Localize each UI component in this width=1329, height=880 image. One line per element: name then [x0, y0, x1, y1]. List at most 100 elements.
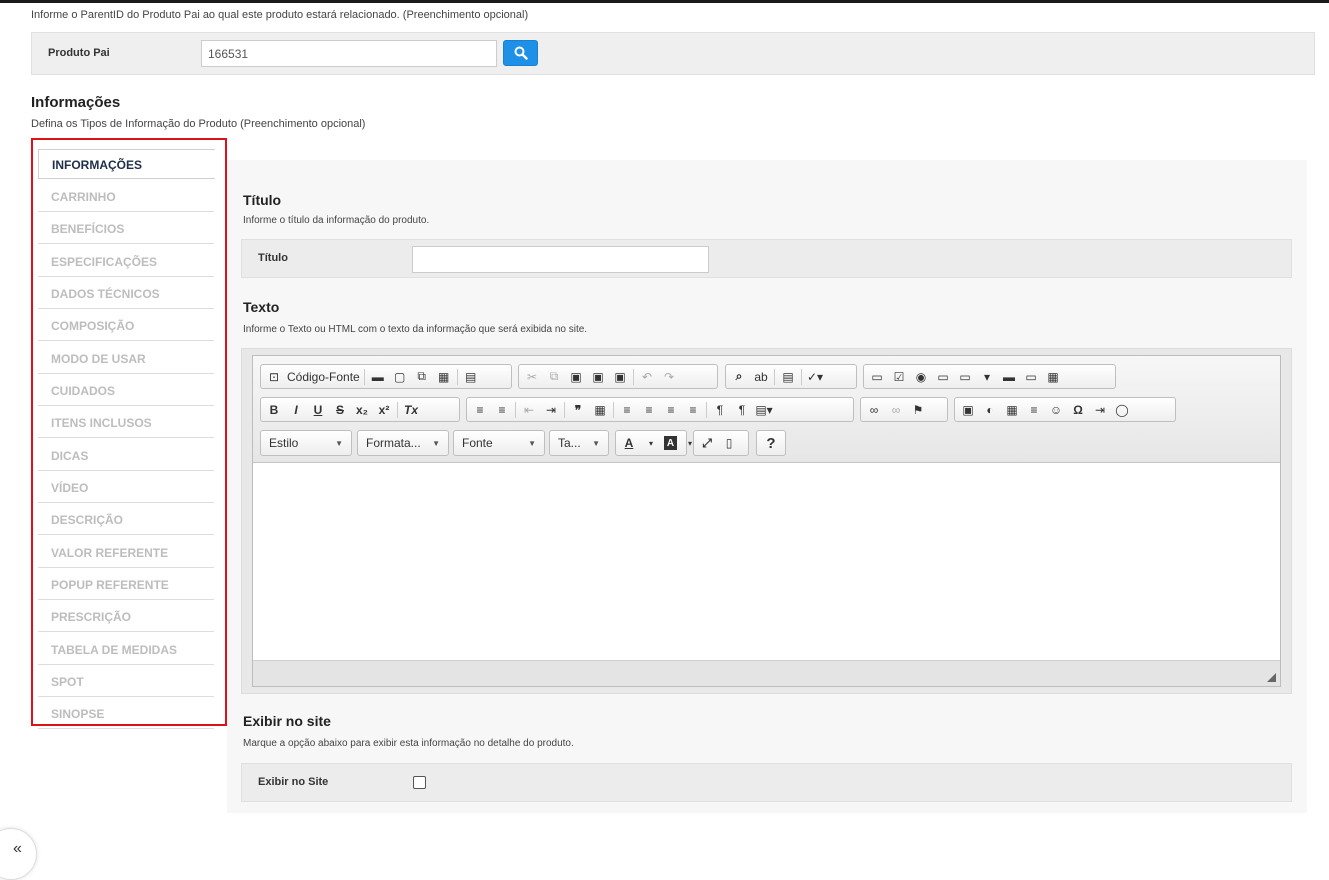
size-select[interactable]: Ta... ▼ [549, 430, 609, 456]
language-icon[interactable]: ▤▾ [755, 401, 773, 419]
align-left-icon[interactable]: ≡ [618, 401, 636, 419]
editor-toolbar: ⊡ Código-Fonte ▬ ▢ ⧉ ▦ ▤ ✂ ⧉ ▣ ▣ ▣ ↶ ↷ ⌕… [253, 356, 1280, 463]
outdent-icon[interactable]: ⇤ [520, 401, 538, 419]
special-char-button[interactable]: Ω [1069, 401, 1087, 419]
titulo-input[interactable] [412, 246, 709, 273]
copy-icon[interactable]: ⧉ [545, 368, 563, 386]
toolbar-group-links: ∞ ∞ ⚑ [860, 397, 948, 422]
source-button[interactable]: Código-Fonte [287, 368, 360, 386]
tab-informacoes[interactable]: INFORMAÇÕES [38, 149, 215, 179]
superscript-icon[interactable]: x² [375, 401, 393, 419]
find-icon[interactable]: ⌕ [730, 368, 748, 386]
help-button[interactable]: ? [762, 434, 780, 452]
textfield-icon[interactable]: ▭ [934, 368, 952, 386]
format-select[interactable]: Formata... ▼ [357, 430, 449, 456]
tab-composicao[interactable]: COMPOSIÇÃO [38, 311, 214, 341]
search-icon [514, 46, 528, 60]
style-select-label: Estilo [269, 436, 299, 450]
numbered-list-icon[interactable]: ≡ [471, 401, 489, 419]
blockquote-icon[interactable]: ❞ [569, 401, 587, 419]
iframe-icon[interactable]: ◯ [1113, 401, 1131, 419]
tab-especificacoes[interactable]: ESPECIFICAÇÕES [38, 247, 214, 277]
search-button[interactable] [503, 40, 538, 66]
horizontal-line-icon[interactable]: ≡ [1025, 401, 1043, 419]
tab-beneficios[interactable]: BENEFÍCIOS [38, 214, 214, 244]
font-select-label: Fonte [462, 436, 493, 450]
save-icon[interactable]: ▬ [369, 368, 387, 386]
tab-dados-tecnicos[interactable]: DADOS TÉCNICOS [38, 279, 214, 309]
text-color-button[interactable]: A [620, 434, 638, 452]
checkbox-icon[interactable]: ☑ [890, 368, 908, 386]
spellcheck-icon[interactable]: ✓▾ [806, 368, 824, 386]
subscript-icon[interactable]: x₂ [353, 401, 371, 419]
parent-product-input[interactable] [201, 40, 497, 67]
tab-content-panel: Título Informe o título da informação do… [227, 160, 1307, 813]
tab-spot[interactable]: SPOT [38, 667, 214, 697]
cut-icon[interactable]: ✂ [523, 368, 541, 386]
image-icon[interactable]: ▣ [959, 401, 977, 419]
tab-sinopse[interactable]: SINOPSE [38, 699, 214, 729]
page-break-icon[interactable]: ⇥ [1091, 401, 1109, 419]
bulleted-list-icon[interactable]: ≡ [493, 401, 511, 419]
rich-text-editor-wrap: ⊡ Código-Fonte ▬ ▢ ⧉ ▦ ▤ ✂ ⧉ ▣ ▣ ▣ ↶ ↷ ⌕… [241, 348, 1292, 694]
style-select[interactable]: Estilo ▼ [260, 430, 352, 456]
exibir-checkbox[interactable] [413, 776, 426, 789]
resize-handle-icon[interactable] [1267, 673, 1276, 682]
hidden-field-icon[interactable]: ▦ [1044, 368, 1062, 386]
paste-text-icon[interactable]: ▣ [589, 368, 607, 386]
form-icon[interactable]: ▭ [868, 368, 886, 386]
maximize-icon[interactable]: ⤢ [698, 434, 716, 452]
italic-icon[interactable]: I [287, 401, 305, 419]
anchor-icon[interactable]: ⚑ [909, 401, 927, 419]
radio-icon[interactable]: ◉ [912, 368, 930, 386]
tab-valor-referente[interactable]: VALOR REFERENTE [38, 538, 214, 568]
rtl-icon[interactable]: ¶ [733, 401, 751, 419]
align-center-icon[interactable]: ≡ [640, 401, 658, 419]
underline-icon[interactable]: U [309, 401, 327, 419]
bold-icon[interactable]: B [265, 401, 283, 419]
tab-carrinho[interactable]: CARRINHO [38, 182, 214, 212]
strike-icon[interactable]: S [331, 401, 349, 419]
tab-descricao[interactable]: DESCRIÇÃO [38, 505, 214, 535]
paste-icon[interactable]: ▣ [567, 368, 585, 386]
select-icon[interactable]: ▾ [978, 368, 996, 386]
titulo-hint: Informe o título da informação do produt… [243, 215, 430, 226]
align-justify-icon[interactable]: ≡ [684, 401, 702, 419]
tab-cuidados[interactable]: CUIDADOS [38, 376, 214, 406]
smiley-icon[interactable]: ☺ [1047, 401, 1065, 419]
collapse-sidebar-button[interactable]: « [0, 828, 37, 880]
tab-tabela-de-medidas[interactable]: TABELA DE MEDIDAS [38, 635, 214, 665]
unlink-icon[interactable]: ∞ [887, 401, 905, 419]
create-div-icon[interactable]: ▦ [591, 401, 609, 419]
tab-dicas[interactable]: DICAS [38, 441, 214, 471]
tab-modo-de-usar[interactable]: MODO DE USAR [38, 344, 214, 374]
redo-icon[interactable]: ↷ [660, 368, 678, 386]
table-icon[interactable]: ▦ [1003, 401, 1021, 419]
replace-icon[interactable]: ab [752, 368, 770, 386]
new-page-icon[interactable]: ▢ [391, 368, 409, 386]
bg-color-button[interactable]: A [664, 436, 677, 450]
indent-icon[interactable]: ⇥ [542, 401, 560, 419]
editor-content-area[interactable] [253, 463, 1280, 661]
tab-video[interactable]: VÍDEO [38, 473, 214, 503]
preview-icon[interactable]: ⧉ [413, 368, 431, 386]
undo-icon[interactable]: ↶ [638, 368, 656, 386]
print-icon[interactable]: ▦ [435, 368, 453, 386]
tab-popup-referente[interactable]: POPUP REFERENTE [38, 570, 214, 600]
select-all-icon[interactable]: ▤ [779, 368, 797, 386]
font-select[interactable]: Fonte ▼ [453, 430, 545, 456]
remove-format-icon[interactable]: Tx [402, 401, 420, 419]
show-blocks-icon[interactable]: ▯ [720, 434, 738, 452]
paste-word-icon[interactable]: ▣ [611, 368, 629, 386]
templates-icon[interactable]: ▤ [462, 368, 480, 386]
flash-icon[interactable]: ◐ [981, 401, 999, 419]
toolbar-group-colors: A ▾ A ▾ [615, 430, 692, 456]
image-button-icon[interactable]: ▭ [1022, 368, 1040, 386]
tab-prescricao[interactable]: PRESCRIÇÃO [38, 602, 214, 632]
textarea-icon[interactable]: ▭ [956, 368, 974, 386]
ltr-icon[interactable]: ¶ [711, 401, 729, 419]
tab-itens-inclusos[interactable]: ITENS INCLUSOS [38, 408, 214, 438]
align-right-icon[interactable]: ≡ [662, 401, 680, 419]
button-icon[interactable]: ▬ [1000, 368, 1018, 386]
link-icon[interactable]: ∞ [865, 401, 883, 419]
